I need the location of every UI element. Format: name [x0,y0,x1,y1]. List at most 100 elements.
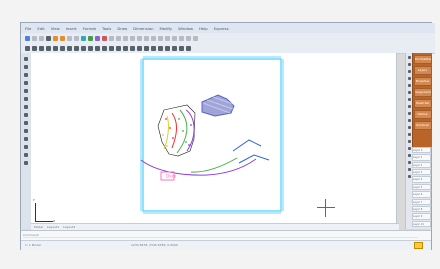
layer-row-3[interactable]: Layer 2 [412,161,431,169]
zoom-icon[interactable] [109,35,114,41]
layer-row-1[interactable]: Layer 0 [412,147,431,154]
snap-icon[interactable] [137,35,142,41]
arc-icon[interactable] [46,45,51,51]
layer-row-7[interactable]: Layer 6 [412,191,431,198]
text-icon[interactable] [67,45,72,51]
scale-icon[interactable] [116,45,121,51]
tab-layout1[interactable]: Layout1 [47,225,59,229]
model-icon[interactable] [179,35,184,41]
right-icon-8[interactable] [407,105,411,108]
cut-icon[interactable] [67,35,72,41]
layer-row-6[interactable]: Layer 5 [412,183,431,191]
right-icon-5[interactable] [407,84,411,87]
chamfer-icon[interactable] [144,45,149,51]
pan-icon[interactable] [116,35,121,41]
right-icon-6[interactable] [407,91,411,94]
layers-icon[interactable] [95,35,100,41]
palette-item-3[interactable]: Properties [413,77,432,86]
menu-item-dimension[interactable]: Dimension [133,26,153,31]
menu-item-file[interactable]: File [25,26,31,31]
layer-row-2[interactable]: Layer 1 [412,154,431,161]
right-icon-2[interactable] [407,63,411,66]
palette-item-5[interactable]: Sheet Set [413,99,432,108]
dimension-icon[interactable] [74,45,79,51]
polyline-icon[interactable] [32,45,37,51]
right-icon-18[interactable] [407,175,411,178]
extend-icon[interactable] [130,45,135,51]
left-tool-1-icon[interactable] [24,57,28,61]
menu-item-tools[interactable]: Tools [102,26,111,31]
hatch-icon[interactable] [60,45,65,51]
redo-icon[interactable] [60,35,65,41]
left-tool-6-icon[interactable] [24,97,28,101]
menu-item-format[interactable]: Format [83,26,96,31]
left-tool-10-icon[interactable] [24,129,28,133]
right-icon-4[interactable] [407,77,411,80]
menu-item-insert[interactable]: Insert [66,26,77,31]
left-tool-5-icon[interactable] [24,89,28,93]
layer-row-10[interactable]: Layer 9 [412,213,431,220]
layer-row-9[interactable]: Layer 8 [412,205,431,213]
right-icon-17[interactable] [407,168,411,171]
block-icon[interactable] [81,45,86,51]
layer-row-11[interactable]: Layer 10 [412,220,431,227]
menu-item-window[interactable]: Window [178,26,193,31]
open-icon[interactable] [32,35,37,41]
drawing-canvas[interactable]: Dxxx Y X [31,53,397,224]
insert-icon[interactable] [88,45,93,51]
save-icon[interactable] [39,35,44,41]
viewport-icon[interactable] [186,35,191,41]
break-icon[interactable] [186,45,191,51]
otrack-icon[interactable] [165,35,170,41]
palette-item-2[interactable]: Layers [413,66,432,75]
palette-item-4[interactable]: DesignCenter [413,88,432,97]
workspace-icon[interactable] [193,35,198,41]
ortho-icon[interactable] [144,35,149,41]
copy-icon[interactable] [74,35,79,41]
orbit-icon[interactable] [123,35,128,41]
tab-model[interactable]: Model [34,225,43,229]
circle-icon[interactable] [39,45,44,51]
osnap-icon[interactable] [158,35,163,41]
right-icon-9[interactable] [407,112,411,115]
grid-icon[interactable] [130,35,135,41]
layer-row-4[interactable]: Layer 3 [412,169,431,176]
menu-item-draw[interactable]: Draw [117,26,127,31]
lw-icon[interactable] [172,35,177,41]
line-icon[interactable] [25,45,30,51]
right-icon-7[interactable] [407,98,411,101]
warning-icon[interactable] [414,242,423,249]
left-tool-12-icon[interactable] [24,145,28,149]
rotate-icon[interactable] [109,45,114,51]
undo-icon[interactable] [53,35,58,41]
properties-icon[interactable] [102,35,107,41]
palette-item-6[interactable]: Markup [413,110,432,119]
left-tool-14-icon[interactable] [24,161,28,165]
stretch-icon[interactable] [179,45,184,51]
rectangle-icon[interactable] [53,45,58,51]
paste-icon[interactable] [81,35,86,41]
right-icon-14[interactable] [407,147,411,150]
copy-draw-icon[interactable] [102,45,107,51]
menu-item-modify[interactable]: Modify [159,26,172,31]
trim-icon[interactable] [123,45,128,51]
layer-row-8[interactable]: Layer 7 [412,198,431,205]
menu-item-view[interactable]: View [51,26,60,31]
palette-item-1[interactable]: Tool Palettes [413,55,432,64]
left-tool-4-icon[interactable] [24,81,28,85]
right-icon-13[interactable] [407,140,411,143]
tab-layout2[interactable]: Layout2 [63,225,75,229]
fillet-icon[interactable] [137,45,142,51]
palette-item-7[interactable]: QuickCalc [413,121,432,130]
right-icon-1[interactable] [407,56,411,59]
explode-icon[interactable] [151,45,156,51]
right-icon-10[interactable] [407,119,411,122]
right-icon-16[interactable] [407,161,411,164]
right-icon-12[interactable] [407,133,411,136]
match-icon[interactable] [88,35,93,41]
mirror-icon[interactable] [172,45,177,51]
layer-row-5[interactable]: Layer 4 [412,176,431,183]
new-icon[interactable] [25,35,30,41]
polar-icon[interactable] [151,35,156,41]
left-tool-3-icon[interactable] [24,73,28,77]
